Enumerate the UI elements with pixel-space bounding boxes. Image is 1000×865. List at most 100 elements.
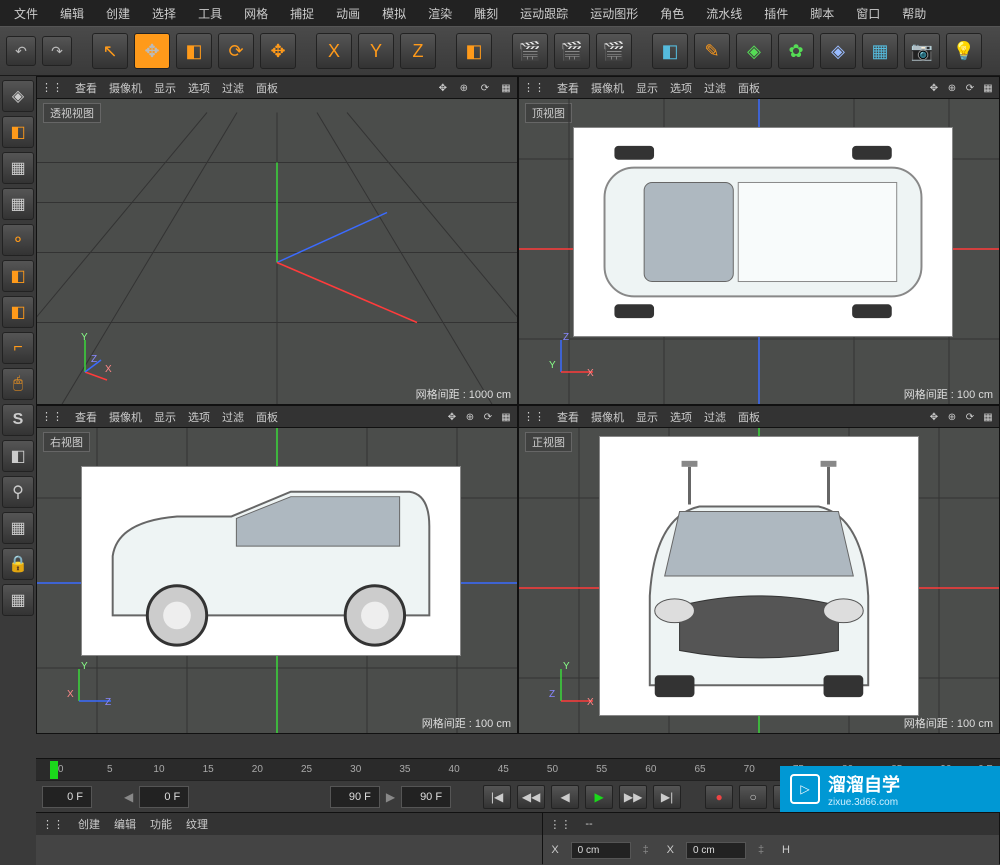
quantize-button[interactable]: ▦ (2, 584, 34, 616)
vp-menu-display[interactable]: 显示 (154, 409, 176, 425)
vp-menu-panel[interactable]: 面板 (256, 80, 278, 96)
zoom-icon[interactable]: ⊕ (945, 83, 959, 94)
scale-tool-button[interactable]: ◧ (176, 33, 212, 69)
menu-motrack[interactable]: 运动跟踪 (510, 1, 578, 26)
pan-icon[interactable]: ✥ (445, 412, 459, 423)
autokey-button[interactable]: ○ (739, 785, 767, 809)
render-queue-button[interactable]: 🎬 (596, 33, 632, 69)
vp-menu-filter[interactable]: 过滤 (222, 409, 244, 425)
vp-nav-icons[interactable]: ✥ ⊕ ⟳ ▦ (432, 82, 513, 94)
viewport-front[interactable]: ⋮⋮ 查看 摄像机 显示 选项 过滤 面板 ✥⊕⟳▦ 正视图 (518, 405, 1000, 734)
vp-menu-view[interactable]: 查看 (75, 80, 97, 96)
vp-nav-icons[interactable]: ✥⊕⟳▦ (441, 411, 513, 423)
deformer-button[interactable]: ◈ (820, 33, 856, 69)
axis-y-button[interactable]: Y (358, 33, 394, 69)
play-back-button[interactable]: ◀ (551, 785, 579, 809)
snap-button[interactable]: S (2, 404, 34, 436)
pan-icon[interactable]: ✥ (436, 83, 450, 94)
step-back-button[interactable]: ◀◀ (517, 785, 545, 809)
max-icon[interactable]: ▦ (981, 412, 995, 423)
grip-icon[interactable]: ⋮⋮ (41, 81, 63, 94)
menu-window[interactable]: 窗口 (846, 1, 890, 26)
menu-sim[interactable]: 模拟 (372, 1, 416, 26)
vp-nav-icons[interactable]: ✥⊕⟳▦ (923, 411, 995, 423)
coord-sys-button[interactable]: ◧ (456, 33, 492, 69)
playhead-marker[interactable] (50, 761, 58, 779)
max-icon[interactable]: ▦ (981, 83, 995, 94)
menu-scripts[interactable]: 脚本 (800, 1, 844, 26)
make-editable-button[interactable]: ◈ (2, 80, 34, 112)
workplane2-button[interactable]: ◧ (2, 440, 34, 472)
grip-icon[interactable]: ⋮⋮ (523, 81, 545, 94)
vp-menu-panel[interactable]: 面板 (738, 80, 760, 96)
render-button[interactable]: 🎬 (512, 33, 548, 69)
environment-button[interactable]: ▦ (862, 33, 898, 69)
menu-pipeline[interactable]: 流水线 (696, 1, 752, 26)
generator-button[interactable]: ✿ (778, 33, 814, 69)
spline-button[interactable]: ✎ (694, 33, 730, 69)
vp-menu-display[interactable]: 显示 (636, 409, 658, 425)
vp-menu-filter[interactable]: 过滤 (222, 80, 244, 96)
goto-end-button[interactable]: ▶| (653, 785, 681, 809)
grip-icon[interactable]: ⋮⋮ (523, 410, 545, 423)
grid-snap-button[interactable]: ▦ (2, 512, 34, 544)
vp-menu-camera[interactable]: 摄像机 (109, 409, 142, 425)
frame-start-field[interactable]: 0 F (42, 786, 92, 808)
menu-plugins[interactable]: 插件 (754, 1, 798, 26)
vp-menu-display[interactable]: 显示 (154, 80, 176, 96)
menu-create[interactable]: 创建 (96, 1, 140, 26)
menu-tools[interactable]: 工具 (188, 1, 232, 26)
pan-icon[interactable]: ✥ (927, 412, 941, 423)
redo-button[interactable]: ↷ (42, 36, 72, 66)
vp-menu-display[interactable]: 显示 (636, 80, 658, 96)
render-settings-button[interactable]: 🎬 (554, 33, 590, 69)
menu-select[interactable]: 选择 (142, 1, 186, 26)
axis-x-button[interactable]: X (316, 33, 352, 69)
light-button[interactable]: 💡 (946, 33, 982, 69)
viewport-top[interactable]: ⋮⋮ 查看 摄像机 显示 选项 过滤 面板 ✥⊕⟳▦ 顶视图 (518, 76, 1000, 405)
range-start-field[interactable]: 0 F (139, 786, 189, 808)
play-button[interactable]: ▶ (585, 785, 613, 809)
frame-end-field[interactable]: 90 F (401, 786, 451, 808)
grip-icon[interactable]: ⋮⋮ (42, 818, 64, 831)
vp-nav-icons[interactable]: ✥⊕⟳▦ (923, 82, 995, 94)
menu-help[interactable]: 帮助 (892, 1, 936, 26)
tweak-button[interactable]: 🖱 (2, 368, 34, 400)
vp-menu-view[interactable]: 查看 (557, 409, 579, 425)
coord-x2-input[interactable]: 0 cm (686, 842, 746, 859)
goto-start-button[interactable]: |◀ (483, 785, 511, 809)
camera-button[interactable]: 📷 (904, 33, 940, 69)
range-end-field[interactable]: 90 F (330, 786, 380, 808)
bp-menu-create[interactable]: 创建 (78, 816, 100, 832)
poly-mode-button[interactable]: ◧ (2, 296, 34, 328)
orbit-icon[interactable]: ⟳ (478, 83, 492, 94)
texture-mode-button[interactable]: ▦ (2, 152, 34, 184)
menu-anim[interactable]: 动画 (326, 1, 370, 26)
menu-mesh[interactable]: 网格 (234, 1, 278, 26)
record-button[interactable]: ● (705, 785, 733, 809)
vp-menu-filter[interactable]: 过滤 (704, 80, 726, 96)
vp-menu-options[interactable]: 选项 (188, 80, 210, 96)
rotate-tool-button[interactable]: ⟳ (218, 33, 254, 69)
zoom-icon[interactable]: ⊕ (463, 412, 477, 423)
vp-menu-panel[interactable]: 面板 (256, 409, 278, 425)
vp-menu-options[interactable]: 选项 (670, 80, 692, 96)
menu-sculpt[interactable]: 雕刻 (464, 1, 508, 26)
select-tool-button[interactable]: ↖ (92, 33, 128, 69)
orbit-icon[interactable]: ⟳ (963, 83, 977, 94)
stepper-icon[interactable]: ‡ (643, 844, 655, 856)
lasttool-button[interactable]: ✥ (260, 33, 296, 69)
menu-char[interactable]: 角色 (650, 1, 694, 26)
bp-menu-function[interactable]: 功能 (150, 816, 172, 832)
bp-menu-edit[interactable]: 编辑 (114, 816, 136, 832)
menu-mograph[interactable]: 运动图形 (580, 1, 648, 26)
max-icon[interactable]: ▦ (499, 412, 513, 423)
point-mode-button[interactable]: ⚬ (2, 224, 34, 256)
menu-edit[interactable]: 编辑 (50, 1, 94, 26)
grip-icon[interactable]: ⋮⋮ (41, 410, 63, 423)
vp-menu-filter[interactable]: 过滤 (704, 409, 726, 425)
zoom-icon[interactable]: ⊕ (945, 412, 959, 423)
lock-button[interactable]: 🔒 (2, 548, 34, 580)
vp-menu-camera[interactable]: 摄像机 (591, 80, 624, 96)
zoom-icon[interactable]: ⊕ (457, 83, 471, 94)
